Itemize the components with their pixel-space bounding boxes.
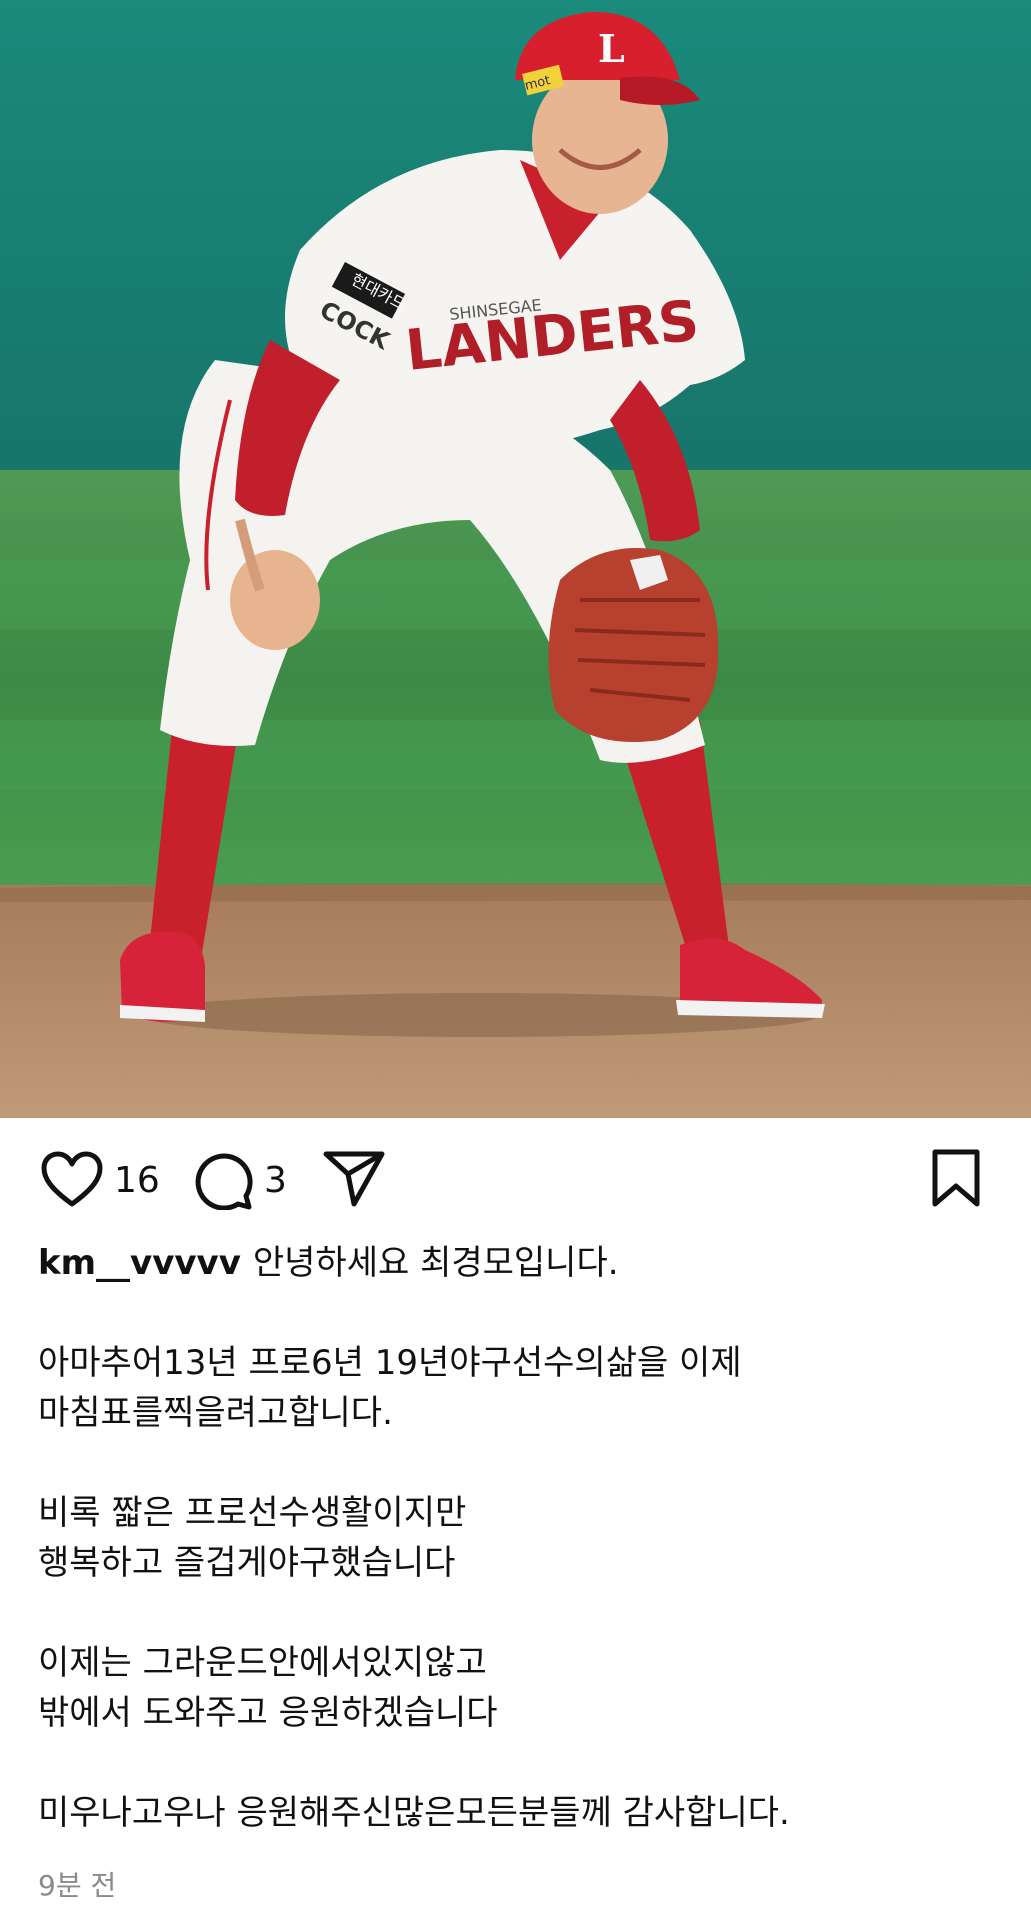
comment-count[interactable]: 3	[264, 1160, 287, 1201]
comment-button[interactable]: 3	[192, 1150, 287, 1210]
caption-line: 마침표를찍을려고합니다.	[38, 1393, 393, 1433]
caption-line: 행복하고 즐겁게야구했습니다	[38, 1543, 456, 1583]
post-timestamp: 9분 전	[38, 1869, 117, 1902]
post-caption: km__vvvvv 안녕하세요 최경모입니다. 아마추어13년 프로6년 19년야…	[38, 1238, 998, 1838]
caption-line: 밖에서 도와주고 응원하겠습니다	[38, 1693, 498, 1733]
paper-plane-icon	[323, 1151, 385, 1207]
like-button[interactable]: 16	[40, 1150, 160, 1210]
caption-line: 이제는 그라운드안에서있지않고	[38, 1643, 487, 1683]
caption-line: 아마추어13년 프로6년 19년야구선수의삶을 이제	[38, 1343, 742, 1383]
comment-bubble-icon	[195, 1153, 253, 1210]
caption-text: 안녕하세요 최경모입니다.	[252, 1243, 619, 1283]
username-link[interactable]: km__vvvvv	[38, 1243, 241, 1283]
bookmark-icon	[932, 1149, 980, 1207]
post-actions-bar: 16 3	[0, 1118, 1031, 1246]
caption-line: km__vvvvv 안녕하세요 최경모입니다.	[38, 1238, 998, 1288]
like-count[interactable]: 16	[114, 1160, 160, 1201]
baseball-player-image: LANDERS SHINSEGAE COCK 현대카드 L mot	[0, 0, 1031, 1118]
caption-line: 미우나고우나 응원해주신많은모든분들께 감사합니다.	[38, 1793, 790, 1833]
post-photo[interactable]: LANDERS SHINSEGAE COCK 현대카드 L mot	[0, 0, 1031, 1118]
save-button[interactable]	[929, 1148, 983, 1214]
share-button[interactable]	[322, 1148, 386, 1208]
heart-icon	[41, 1151, 103, 1207]
caption-line: 비록 짧은 프로선수생활이지만	[38, 1493, 467, 1533]
cap-logo-text: L	[598, 26, 625, 71]
